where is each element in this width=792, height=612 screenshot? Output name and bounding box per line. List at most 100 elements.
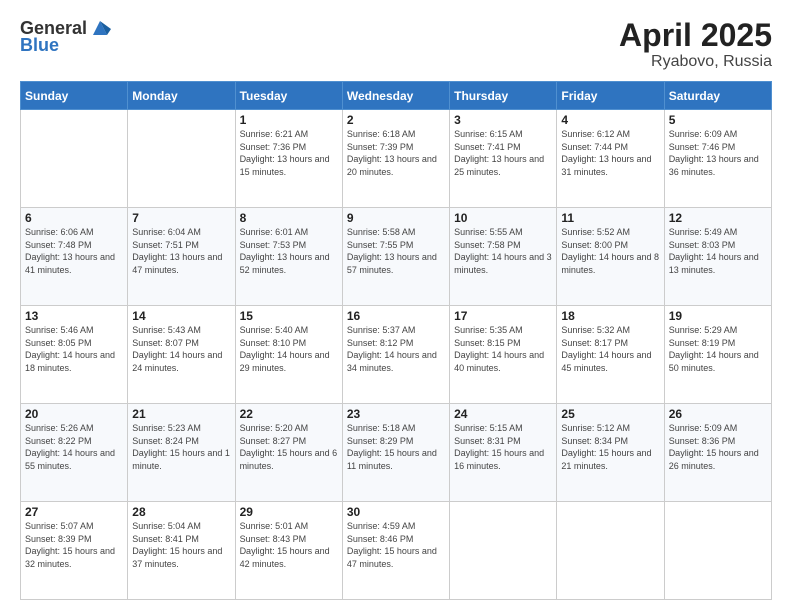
table-cell: 4Sunrise: 6:12 AMSunset: 7:44 PMDaylight… — [557, 110, 664, 208]
day-info: Sunrise: 5:35 AMSunset: 8:15 PMDaylight:… — [454, 324, 552, 374]
day-info: Sunrise: 5:01 AMSunset: 8:43 PMDaylight:… — [240, 520, 338, 570]
day-info: Sunrise: 5:04 AMSunset: 8:41 PMDaylight:… — [132, 520, 230, 570]
day-info: Sunrise: 4:59 AMSunset: 8:46 PMDaylight:… — [347, 520, 445, 570]
table-cell: 10Sunrise: 5:55 AMSunset: 7:58 PMDayligh… — [450, 208, 557, 306]
table-cell: 22Sunrise: 5:20 AMSunset: 8:27 PMDayligh… — [235, 404, 342, 502]
day-number: 17 — [454, 309, 552, 323]
day-info: Sunrise: 5:52 AMSunset: 8:00 PMDaylight:… — [561, 226, 659, 276]
calendar-header-row: Sunday Monday Tuesday Wednesday Thursday… — [21, 82, 772, 110]
day-number: 28 — [132, 505, 230, 519]
table-cell: 15Sunrise: 5:40 AMSunset: 8:10 PMDayligh… — [235, 306, 342, 404]
day-number: 6 — [25, 211, 123, 225]
table-cell: 7Sunrise: 6:04 AMSunset: 7:51 PMDaylight… — [128, 208, 235, 306]
calendar-week-row: 27Sunrise: 5:07 AMSunset: 8:39 PMDayligh… — [21, 502, 772, 600]
col-saturday: Saturday — [664, 82, 771, 110]
day-info: Sunrise: 5:55 AMSunset: 7:58 PMDaylight:… — [454, 226, 552, 276]
day-info: Sunrise: 5:20 AMSunset: 8:27 PMDaylight:… — [240, 422, 338, 472]
day-info: Sunrise: 5:12 AMSunset: 8:34 PMDaylight:… — [561, 422, 659, 472]
table-cell: 9Sunrise: 5:58 AMSunset: 7:55 PMDaylight… — [342, 208, 449, 306]
day-info: Sunrise: 5:49 AMSunset: 8:03 PMDaylight:… — [669, 226, 767, 276]
header: General Blue April 2025 Ryabovo, Russia — [20, 18, 772, 71]
col-wednesday: Wednesday — [342, 82, 449, 110]
calendar-table: Sunday Monday Tuesday Wednesday Thursday… — [20, 81, 772, 600]
table-cell: 27Sunrise: 5:07 AMSunset: 8:39 PMDayligh… — [21, 502, 128, 600]
day-number: 11 — [561, 211, 659, 225]
table-cell: 29Sunrise: 5:01 AMSunset: 8:43 PMDayligh… — [235, 502, 342, 600]
day-info: Sunrise: 6:15 AMSunset: 7:41 PMDaylight:… — [454, 128, 552, 178]
day-number: 18 — [561, 309, 659, 323]
table-cell: 17Sunrise: 5:35 AMSunset: 8:15 PMDayligh… — [450, 306, 557, 404]
table-cell — [557, 502, 664, 600]
day-number: 1 — [240, 113, 338, 127]
col-sunday: Sunday — [21, 82, 128, 110]
table-cell: 14Sunrise: 5:43 AMSunset: 8:07 PMDayligh… — [128, 306, 235, 404]
table-cell: 1Sunrise: 6:21 AMSunset: 7:36 PMDaylight… — [235, 110, 342, 208]
day-info: Sunrise: 5:46 AMSunset: 8:05 PMDaylight:… — [25, 324, 123, 374]
table-cell: 19Sunrise: 5:29 AMSunset: 8:19 PMDayligh… — [664, 306, 771, 404]
day-info: Sunrise: 5:09 AMSunset: 8:36 PMDaylight:… — [669, 422, 767, 472]
day-number: 19 — [669, 309, 767, 323]
calendar-location: Ryabovo, Russia — [619, 53, 772, 71]
table-cell: 3Sunrise: 6:15 AMSunset: 7:41 PMDaylight… — [450, 110, 557, 208]
table-cell: 12Sunrise: 5:49 AMSunset: 8:03 PMDayligh… — [664, 208, 771, 306]
table-cell: 23Sunrise: 5:18 AMSunset: 8:29 PMDayligh… — [342, 404, 449, 502]
day-number: 26 — [669, 407, 767, 421]
day-number: 5 — [669, 113, 767, 127]
day-info: Sunrise: 5:18 AMSunset: 8:29 PMDaylight:… — [347, 422, 445, 472]
day-info: Sunrise: 6:06 AMSunset: 7:48 PMDaylight:… — [25, 226, 123, 276]
day-number: 16 — [347, 309, 445, 323]
day-number: 9 — [347, 211, 445, 225]
day-number: 7 — [132, 211, 230, 225]
table-cell: 2Sunrise: 6:18 AMSunset: 7:39 PMDaylight… — [342, 110, 449, 208]
day-info: Sunrise: 5:26 AMSunset: 8:22 PMDaylight:… — [25, 422, 123, 472]
calendar-week-row: 1Sunrise: 6:21 AMSunset: 7:36 PMDaylight… — [21, 110, 772, 208]
day-number: 2 — [347, 113, 445, 127]
day-number: 15 — [240, 309, 338, 323]
day-number: 12 — [669, 211, 767, 225]
calendar-week-row: 6Sunrise: 6:06 AMSunset: 7:48 PMDaylight… — [21, 208, 772, 306]
table-cell — [128, 110, 235, 208]
col-tuesday: Tuesday — [235, 82, 342, 110]
day-number: 10 — [454, 211, 552, 225]
day-number: 25 — [561, 407, 659, 421]
table-cell: 21Sunrise: 5:23 AMSunset: 8:24 PMDayligh… — [128, 404, 235, 502]
day-info: Sunrise: 5:07 AMSunset: 8:39 PMDaylight:… — [25, 520, 123, 570]
day-number: 21 — [132, 407, 230, 421]
col-monday: Monday — [128, 82, 235, 110]
table-cell: 16Sunrise: 5:37 AMSunset: 8:12 PMDayligh… — [342, 306, 449, 404]
table-cell: 11Sunrise: 5:52 AMSunset: 8:00 PMDayligh… — [557, 208, 664, 306]
table-cell: 20Sunrise: 5:26 AMSunset: 8:22 PMDayligh… — [21, 404, 128, 502]
day-info: Sunrise: 5:43 AMSunset: 8:07 PMDaylight:… — [132, 324, 230, 374]
day-info: Sunrise: 5:29 AMSunset: 8:19 PMDaylight:… — [669, 324, 767, 374]
day-number: 22 — [240, 407, 338, 421]
logo: General Blue — [20, 18, 111, 56]
col-friday: Friday — [557, 82, 664, 110]
day-info: Sunrise: 5:58 AMSunset: 7:55 PMDaylight:… — [347, 226, 445, 276]
day-number: 24 — [454, 407, 552, 421]
day-number: 30 — [347, 505, 445, 519]
day-info: Sunrise: 5:37 AMSunset: 8:12 PMDaylight:… — [347, 324, 445, 374]
day-number: 20 — [25, 407, 123, 421]
day-number: 27 — [25, 505, 123, 519]
day-number: 29 — [240, 505, 338, 519]
calendar-title: April 2025 — [619, 18, 772, 53]
day-info: Sunrise: 5:40 AMSunset: 8:10 PMDaylight:… — [240, 324, 338, 374]
table-cell — [21, 110, 128, 208]
day-info: Sunrise: 6:21 AMSunset: 7:36 PMDaylight:… — [240, 128, 338, 178]
table-cell: 18Sunrise: 5:32 AMSunset: 8:17 PMDayligh… — [557, 306, 664, 404]
table-cell: 13Sunrise: 5:46 AMSunset: 8:05 PMDayligh… — [21, 306, 128, 404]
table-cell: 6Sunrise: 6:06 AMSunset: 7:48 PMDaylight… — [21, 208, 128, 306]
day-number: 13 — [25, 309, 123, 323]
page: General Blue April 2025 Ryabovo, Russia … — [0, 0, 792, 612]
table-cell: 24Sunrise: 5:15 AMSunset: 8:31 PMDayligh… — [450, 404, 557, 502]
day-info: Sunrise: 6:01 AMSunset: 7:53 PMDaylight:… — [240, 226, 338, 276]
table-cell: 5Sunrise: 6:09 AMSunset: 7:46 PMDaylight… — [664, 110, 771, 208]
day-info: Sunrise: 6:18 AMSunset: 7:39 PMDaylight:… — [347, 128, 445, 178]
day-number: 3 — [454, 113, 552, 127]
table-cell: 26Sunrise: 5:09 AMSunset: 8:36 PMDayligh… — [664, 404, 771, 502]
table-cell — [664, 502, 771, 600]
table-cell: 28Sunrise: 5:04 AMSunset: 8:41 PMDayligh… — [128, 502, 235, 600]
day-info: Sunrise: 5:23 AMSunset: 8:24 PMDaylight:… — [132, 422, 230, 472]
day-number: 14 — [132, 309, 230, 323]
title-block: April 2025 Ryabovo, Russia — [619, 18, 772, 71]
